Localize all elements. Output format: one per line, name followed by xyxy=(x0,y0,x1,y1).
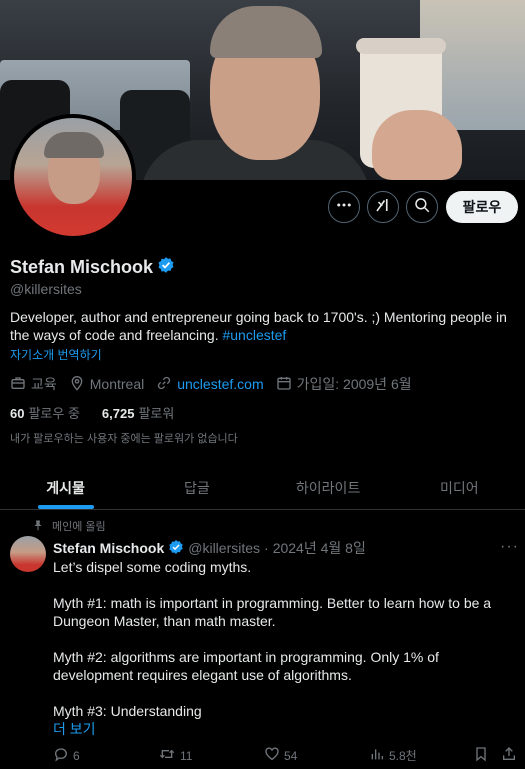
profile-avatar[interactable] xyxy=(10,114,136,240)
location-pin-icon xyxy=(69,375,85,394)
post-line: Myth #3: Understanding xyxy=(53,703,202,719)
profile-name-row: Stefan Mischook xyxy=(10,256,175,279)
bar-chart-icon xyxy=(369,746,385,765)
tab-label: 하이라이트 xyxy=(295,480,361,496)
post-separator: · xyxy=(264,540,269,556)
show-more-link[interactable]: 더 보기 xyxy=(53,719,96,739)
translate-bio-link[interactable]: 자기소개 번역하기 xyxy=(10,346,102,363)
profile-name: Stefan Mischook xyxy=(10,257,154,277)
profile-tabs: 게시물 답글 하이라이트 미디어 xyxy=(0,462,525,510)
more-button[interactable] xyxy=(328,191,360,223)
share-icon xyxy=(501,746,517,765)
tab-media[interactable]: 미디어 xyxy=(394,462,525,509)
repost-button[interactable]: 11 xyxy=(158,746,192,765)
repost-count: 11 xyxy=(180,748,193,763)
post-text: Let’s dispel some coding myths. Myth #1:… xyxy=(53,558,513,720)
post-date[interactable]: 2024년 4월 8일 xyxy=(273,538,366,558)
pinned-indicator: 메인에 올림 xyxy=(32,518,106,534)
banner-cap xyxy=(210,6,322,58)
reply-button[interactable]: 6 xyxy=(53,746,80,765)
bio-hashtag-link[interactable]: #unclestef xyxy=(222,327,286,343)
share-button[interactable] xyxy=(501,746,517,765)
heart-icon xyxy=(264,746,280,765)
banner-cup-lid xyxy=(356,38,446,54)
grok-icon xyxy=(374,196,392,219)
post-line: Myth #2: algorithms are important in pro… xyxy=(53,649,439,665)
meta-joined: 가입일: 2009년 6월 xyxy=(276,374,412,394)
reply-icon xyxy=(53,746,69,765)
profile-handle: @killersites xyxy=(10,281,82,297)
reply-count: 6 xyxy=(73,748,80,763)
tab-posts[interactable]: 게시물 xyxy=(0,462,131,509)
follow-counts: 60 팔로우 중 6,725 팔로워 xyxy=(10,403,196,422)
post-author-handle[interactable]: @killersites xyxy=(188,540,260,556)
grok-button[interactable] xyxy=(367,191,399,223)
search-icon xyxy=(413,196,431,219)
tab-label: 답글 xyxy=(183,480,210,496)
post-line: development requires elegant use of algo… xyxy=(53,667,352,683)
post-header: Stefan Mischook @killersites · 2024년 4월 … xyxy=(53,538,366,558)
repost-icon xyxy=(158,746,176,765)
link-icon xyxy=(156,375,172,394)
mutual-followers-note: 내가 팔로우하는 사용자 중에는 팔로워가 없습니다 xyxy=(10,433,238,445)
pin-icon xyxy=(32,519,44,534)
active-tab-indicator xyxy=(37,505,94,509)
joined-label: 가입일: 2009년 6월 xyxy=(296,376,412,392)
avatar-cap xyxy=(44,132,104,158)
tab-replies[interactable]: 답글 xyxy=(131,462,262,509)
tab-highlights[interactable]: 하이라이트 xyxy=(263,462,394,509)
profile-meta: 교육 Montreal unclestef.com 가입일: 2009년 6월 xyxy=(10,374,424,394)
verified-badge-icon[interactable] xyxy=(157,256,175,279)
followers-count: 6,725 xyxy=(101,406,135,421)
profile-bio: Developer, author and entrepreneur going… xyxy=(10,308,510,344)
verified-badge-icon[interactable] xyxy=(168,539,184,558)
post-line: Myth #1: math is important in programmin… xyxy=(53,595,492,611)
post-line-break xyxy=(53,630,513,648)
post-line: Dungeon Master, than math master. xyxy=(53,613,276,629)
following-count: 60 xyxy=(10,406,25,421)
meta-category: 교육 xyxy=(10,374,57,394)
tab-label: 게시물 xyxy=(46,480,85,496)
followers-label: 팔로워 xyxy=(138,406,175,421)
post-line-break xyxy=(53,684,513,702)
more-horizontal-icon xyxy=(335,196,353,219)
like-button[interactable]: 54 xyxy=(264,746,297,765)
bookmark-icon xyxy=(473,746,489,765)
more-horizontal-icon: ··· xyxy=(500,538,519,555)
like-count: 54 xyxy=(284,748,298,763)
pinned-label: 메인에 올림 xyxy=(52,521,106,533)
category-label: 교육 xyxy=(31,376,57,392)
post-author-avatar[interactable] xyxy=(10,536,46,572)
post-author-name[interactable]: Stefan Mischook xyxy=(53,540,164,556)
post-actions: 6 11 54 5.8천 xyxy=(53,746,523,768)
banner-hand xyxy=(372,110,462,180)
post-line: Let’s dispel some coding myths. xyxy=(53,559,252,575)
website-link[interactable]: unclestef.com xyxy=(177,376,263,392)
search-button[interactable] xyxy=(406,191,438,223)
following-count-link[interactable]: 60 팔로우 중 xyxy=(10,403,80,422)
post-line-break xyxy=(53,576,513,594)
tab-label: 미디어 xyxy=(440,480,479,496)
meta-location: Montreal xyxy=(69,375,144,394)
following-label: 팔로우 중 xyxy=(28,406,80,421)
follow-button[interactable]: 팔로우 xyxy=(446,191,518,223)
views-count: 5.8천 xyxy=(389,749,417,763)
location-label: Montreal xyxy=(89,376,145,392)
post-more-button[interactable]: ··· xyxy=(500,538,519,556)
briefcase-icon xyxy=(10,375,26,394)
followers-count-link[interactable]: 6,725 팔로워 xyxy=(102,403,174,422)
views-button[interactable]: 5.8천 xyxy=(369,746,417,765)
meta-website[interactable]: unclestef.com xyxy=(156,375,264,394)
calendar-icon xyxy=(276,375,292,394)
bookmark-button[interactable] xyxy=(473,746,489,765)
